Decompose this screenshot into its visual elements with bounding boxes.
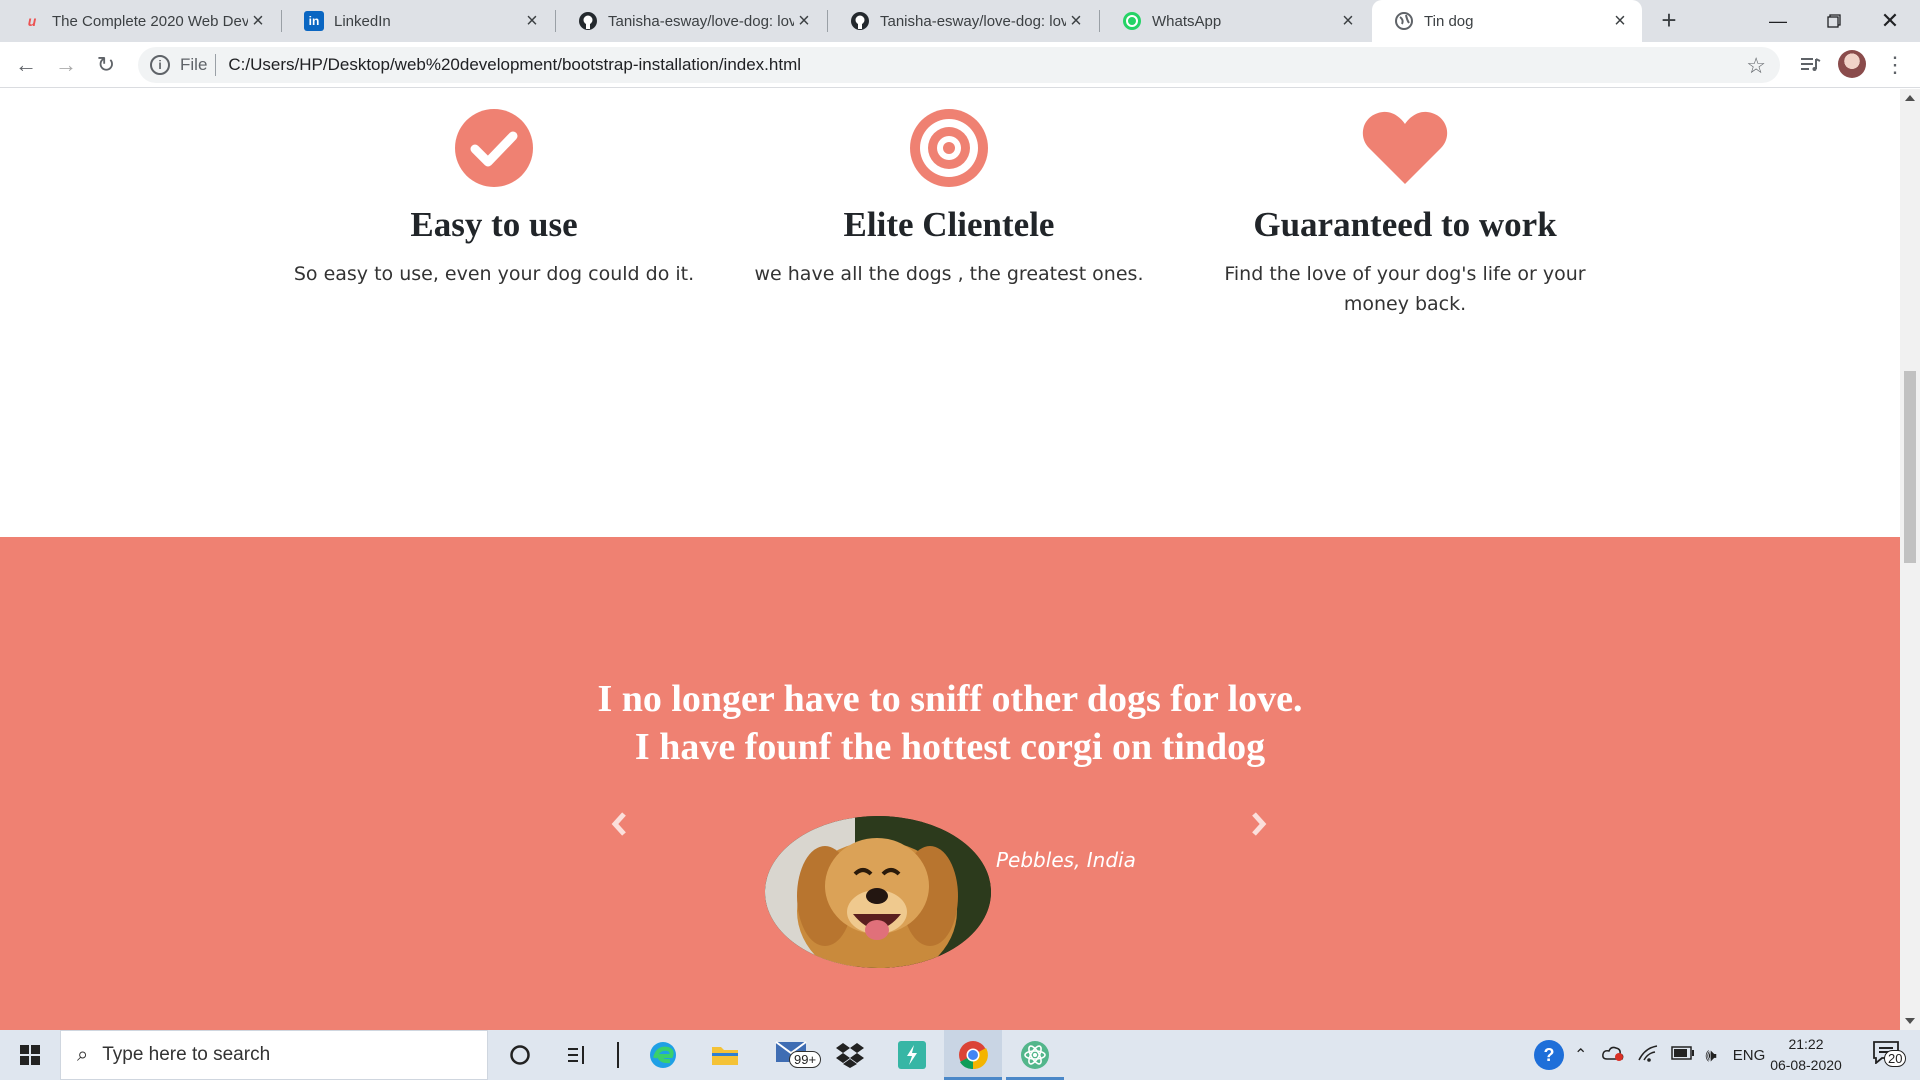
linkedin-icon: in [304,11,324,31]
start-button[interactable] [0,1030,60,1080]
atom-icon[interactable] [1006,1030,1064,1080]
edge-icon[interactable] [634,1030,692,1080]
file-explorer-icon[interactable] [696,1030,754,1080]
system-tray: ? ⌃ 🕪 ENG [1534,1030,1765,1080]
github-icon [578,11,598,31]
browser-toolbar: ← → ↻ i File C:/Users/HP/Desktop/web%20d… [0,42,1920,88]
volume-icon[interactable]: 🕪 [1705,1045,1716,1066]
close-tab-icon[interactable]: × [522,11,542,31]
mail-icon[interactable]: 99+ [764,1030,826,1080]
tab-github-1[interactable]: Tanisha-esway/love-dog: lov × [556,0,826,42]
search-placeholder: Type here to search [102,1044,271,1065]
clock-time: 21:22 [1788,1036,1824,1052]
battery-icon[interactable] [1671,1046,1695,1064]
new-tab-button[interactable]: + [1654,6,1684,36]
tab-title: Tin dog [1424,12,1474,30]
chevron-left-icon [611,812,626,836]
clock-date: 06-08-2020 [1770,1057,1842,1073]
tab-title: LinkedIn [334,12,391,30]
close-tab-icon[interactable]: × [248,11,268,31]
globe-icon [1394,11,1414,31]
carousel-prev-button[interactable] [604,809,634,839]
restore-icon[interactable] [1806,0,1862,42]
notification-center-icon[interactable]: 20 [1860,1030,1916,1080]
scroll-up-icon[interactable] [1905,95,1915,101]
dropbox-icon[interactable] [830,1030,870,1080]
tab-title: Tanisha-esway/love-dog: lov [608,12,794,30]
cortana-icon[interactable] [492,1030,548,1080]
back-icon[interactable]: ← [10,49,42,81]
tab-title: WhatsApp [1152,12,1222,30]
url-text[interactable]: C:/Users/HP/Desktop/web%20development/bo… [228,55,801,75]
tab-udemy[interactable]: u The Complete 2020 Web Dev × [0,0,280,42]
carousel-next-button[interactable] [1244,809,1274,839]
feature-text: Find the love of your dog's life or your… [1224,263,1586,315]
windows-icon [20,1045,40,1065]
chevron-right-icon [1252,812,1267,836]
chrome-icon[interactable] [944,1030,1002,1080]
mail-badge: 99+ [789,1051,822,1068]
tab-title: Tanisha-esway/love-dog: lov [880,12,1066,30]
dog-profile-image [765,816,991,968]
notification-count: 20 [1884,1050,1907,1067]
menu-dots-icon[interactable]: ⋮ [1880,50,1910,80]
media-control-icon[interactable] [1796,50,1826,80]
close-tab-icon[interactable]: × [1338,11,1358,31]
tab-strip: u The Complete 2020 Web Dev × in LinkedI… [0,0,1920,42]
address-bar[interactable]: i File C:/Users/HP/Desktop/web%20develop… [138,47,1780,83]
forward-icon[interactable]: → [50,49,82,81]
testimonial-caption: Pebbles, India [996,848,1136,872]
close-tab-icon[interactable]: × [1066,11,1086,31]
scrollbar-thumb[interactable] [1904,371,1916,563]
tab-github-2[interactable]: Tanisha-esway/love-dog: lov × [828,0,1098,42]
taskbar-divider [608,1030,628,1080]
task-view-icon[interactable] [550,1030,606,1080]
bookmark-star-icon[interactable]: ☆ [1746,53,1766,79]
taskbar-search-input[interactable]: ⌕ Type here to search [60,1030,488,1080]
feature-box: Guaranteed to work Find the love of your… [1185,107,1625,319]
whatsapp-icon [1122,11,1142,31]
scroll-down-icon[interactable] [1905,1018,1915,1024]
tab-tin-dog[interactable]: Tin dog × [1372,0,1642,42]
heart-icon [1362,111,1448,184]
feature-title: Guaranteed to work [1253,205,1557,244]
close-tab-icon[interactable]: × [794,11,814,31]
check-circle-icon [455,109,533,187]
help-icon[interactable]: ? [1534,1040,1564,1070]
page-scrollbar[interactable] [1900,89,1920,1030]
feature-text: we have all the dogs , the greatest ones… [754,263,1144,285]
minimize-icon[interactable]: — [1750,0,1806,42]
search-icon: ⌕ [77,1043,89,1066]
close-window-icon[interactable]: ✕ [1862,0,1918,42]
avatar[interactable] [1838,50,1866,78]
bullseye-icon [910,109,988,187]
taskbar: ⌕ Type here to search 99+ ? ⌃ 🕪 ENG 21:2… [0,1030,1920,1080]
github-icon [850,11,870,31]
feature-box: Easy to use So easy to use, even your do… [274,107,714,289]
info-icon[interactable]: i [150,55,170,75]
quote-line: I have founf the hottest corgi on tindog [634,726,1266,768]
feature-text: So easy to use, even your dog could do i… [293,263,695,285]
udemy-icon: u [27,13,37,29]
feature-box: Elite Clientele we have all the dogs , t… [729,107,1169,289]
quote-line: I no longer have to sniff other dogs for… [597,678,1303,720]
clock[interactable]: 21:22 06-08-2020 [1766,1034,1846,1076]
url-scheme: File [180,55,208,74]
chevron-up-icon[interactable]: ⌃ [1574,1045,1587,1065]
sublime-text-icon[interactable] [884,1030,940,1080]
testimonial-section: I no longer have to sniff other dogs for… [0,537,1900,1030]
feature-title: Elite Clientele [843,205,1055,244]
tab-title: The Complete 2020 Web Dev [52,12,248,30]
close-tab-icon[interactable]: × [1610,11,1630,31]
tab-whatsapp[interactable]: WhatsApp × [1100,0,1370,42]
reload-icon[interactable]: ↻ [90,49,122,81]
testimonial-quote: I no longer have to sniff other dogs for… [450,675,1450,771]
language-indicator[interactable]: ENG [1733,1047,1766,1064]
wifi-icon[interactable] [1637,1044,1659,1066]
onedrive-icon[interactable] [1601,1044,1625,1066]
tab-linkedin[interactable]: in LinkedIn × [282,0,554,42]
page-viewport: Easy to use So easy to use, even your do… [0,89,1900,1030]
feature-title: Easy to use [410,205,578,244]
